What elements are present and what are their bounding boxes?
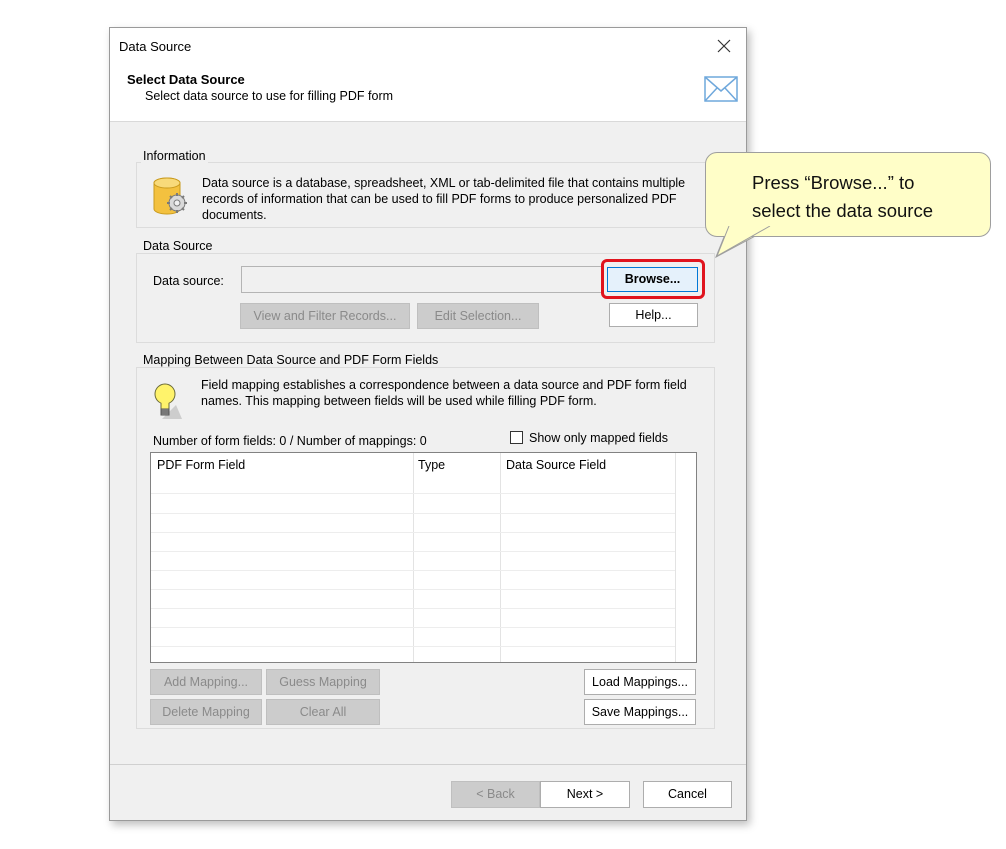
view-filter-records-button[interactable]: View and Filter Records... <box>240 303 410 329</box>
row-divider <box>151 532 675 533</box>
page-subtitle: Select data source to use for filling PD… <box>145 89 394 103</box>
clear-all-button[interactable]: Clear All <box>266 699 380 725</box>
information-text-3: documents. <box>202 208 267 222</box>
mapping-table[interactable]: PDF Form Field Type Data Source Field <box>150 452 697 663</box>
row-divider <box>151 513 675 514</box>
mapping-text-2: names. This mapping between fields will … <box>201 394 597 408</box>
row-divider <box>151 589 675 590</box>
information-text-2: records of information that can be used … <box>202 192 677 206</box>
help-button[interactable]: Help... <box>609 303 698 327</box>
cancel-button[interactable]: Cancel <box>643 781 732 808</box>
load-mappings-button[interactable]: Load Mappings... <box>584 669 696 695</box>
lightbulb-icon <box>154 383 182 419</box>
column-header-type[interactable]: Type <box>418 458 445 472</box>
information-label: Information <box>141 149 208 163</box>
guess-mapping-button[interactable]: Guess Mapping <box>266 669 380 695</box>
mapping-text-1: Field mapping establishes a corresponden… <box>201 378 687 392</box>
data-source-dialog: Data Source Select Data Source Select da… <box>109 27 747 821</box>
window-title: Data Source <box>119 39 192 54</box>
column-divider <box>675 453 676 662</box>
add-mapping-button[interactable]: Add Mapping... <box>150 669 262 695</box>
row-divider <box>151 493 675 494</box>
row-divider <box>151 646 675 647</box>
database-gear-icon <box>153 177 187 215</box>
browse-highlight <box>601 259 705 299</box>
callout-pointer-fill <box>716 226 771 258</box>
mapping-group-label: Mapping Between Data Source and PDF Form… <box>141 353 441 367</box>
column-header-pdf-form-field[interactable]: PDF Form Field <box>157 458 245 472</box>
data-source-group-label: Data Source <box>141 239 215 253</box>
information-text-1: Data source is a database, spreadsheet, … <box>202 176 686 190</box>
row-divider <box>151 627 675 628</box>
envelope-icon <box>704 76 738 102</box>
next-button[interactable]: Next > <box>540 781 630 808</box>
row-divider <box>151 608 675 609</box>
mapping-counts: Number of form fields: 0 / Number of map… <box>153 434 427 448</box>
footer-divider <box>110 764 746 765</box>
data-source-field-label: Data source: <box>153 274 224 288</box>
column-divider <box>500 453 501 662</box>
back-button[interactable]: < Back <box>451 781 540 808</box>
row-divider <box>151 570 675 571</box>
column-divider <box>413 453 414 662</box>
data-source-input[interactable] <box>241 266 602 293</box>
show-only-mapped-label[interactable]: Show only mapped fields <box>529 431 668 445</box>
row-divider <box>151 551 675 552</box>
delete-mapping-button[interactable]: Delete Mapping <box>150 699 262 725</box>
wizard-header: Select Data Source Select data source to… <box>110 64 746 122</box>
save-mappings-button[interactable]: Save Mappings... <box>584 699 696 725</box>
close-button[interactable] <box>710 34 738 58</box>
column-header-data-source-field[interactable]: Data Source Field <box>506 458 606 472</box>
title-bar: Data Source <box>110 28 746 64</box>
edit-selection-button[interactable]: Edit Selection... <box>417 303 539 329</box>
callout-text: Press “Browse...” to select the data sou… <box>752 172 933 221</box>
callout-box: Press “Browse...” to select the data sou… <box>705 152 991 237</box>
close-icon <box>717 39 731 53</box>
show-only-mapped-checkbox[interactable] <box>510 431 523 444</box>
page-title: Select Data Source <box>127 72 245 87</box>
